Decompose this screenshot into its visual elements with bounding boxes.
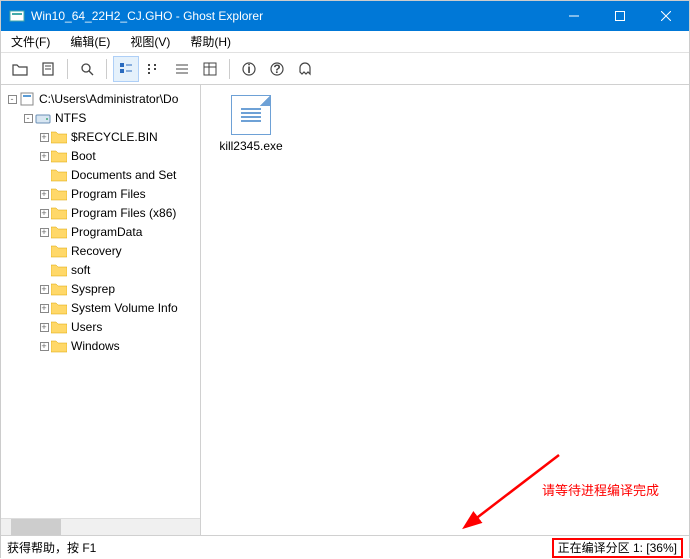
folder-icon: [51, 338, 67, 354]
title-bar: Win10_64_22H2_CJ.GHO - Ghost Explorer: [1, 1, 689, 31]
tree-item-label: soft: [69, 262, 92, 278]
menu-edit[interactable]: 编辑(E): [66, 31, 114, 52]
tree-folder-item[interactable]: +Boot: [1, 146, 200, 165]
toolbar-separator: [229, 59, 230, 79]
svg-text:?: ?: [273, 62, 280, 76]
open-button[interactable]: [7, 56, 33, 82]
tree-horizontal-scrollbar[interactable]: [1, 518, 200, 535]
view-large-icons-button[interactable]: [113, 56, 139, 82]
search-button[interactable]: [74, 56, 100, 82]
tree-folder-item[interactable]: Recovery: [1, 241, 200, 260]
tree-folder-item[interactable]: +Sysprep: [1, 279, 200, 298]
folder-icon: [51, 186, 67, 202]
svg-text:i: i: [247, 62, 250, 76]
tree-item-label: ProgramData: [69, 224, 144, 240]
folder-icon: [51, 300, 67, 316]
tree-folder-item[interactable]: +Windows: [1, 336, 200, 355]
tree-root[interactable]: -C:\Users\Administrator\Do: [1, 89, 200, 108]
drive-icon: [35, 110, 51, 126]
tree-item-label: C:\Users\Administrator\Do: [37, 91, 180, 107]
folder-icon: [51, 148, 67, 164]
toolbar-separator: [67, 59, 68, 79]
tree-drive[interactable]: -NTFS: [1, 108, 200, 127]
info-button[interactable]: i: [236, 56, 262, 82]
instruction-hint: 请等待进程编译完成: [542, 480, 659, 499]
view-list-button[interactable]: [169, 56, 195, 82]
folder-icon: [51, 129, 67, 145]
exe-file-icon: [231, 95, 271, 135]
tree-folder-item[interactable]: soft: [1, 260, 200, 279]
folder-icon: [51, 243, 67, 259]
tree-item-label: Recovery: [69, 243, 124, 259]
tree-item-label: Documents and Set: [69, 167, 178, 183]
view-details-button[interactable]: [197, 56, 223, 82]
folder-icon: [51, 224, 67, 240]
tree-folder-item[interactable]: +Program Files: [1, 184, 200, 203]
properties-button[interactable]: [35, 56, 61, 82]
tree-pane[interactable]: -C:\Users\Administrator\Do-NTFS+$RECYCLE…: [1, 85, 201, 535]
window-title: Win10_64_22H2_CJ.GHO - Ghost Explorer: [31, 9, 551, 23]
status-progress-text: 正在编译分区 1: [36%]: [552, 538, 683, 558]
app-icon: [9, 8, 25, 24]
menu-bar: 文件(F) 编辑(E) 视图(V) 帮助(H): [1, 31, 689, 53]
menu-help[interactable]: 帮助(H): [186, 31, 235, 52]
tree-item-label: Program Files (x86): [69, 205, 178, 221]
tree-item-label: Sysprep: [69, 281, 117, 297]
view-small-icons-button[interactable]: [141, 56, 167, 82]
ghost-button[interactable]: [292, 56, 318, 82]
close-button[interactable]: [643, 1, 689, 31]
help-button[interactable]: ?: [264, 56, 290, 82]
tree-folder-item[interactable]: +Program Files (x86): [1, 203, 200, 222]
tree-folder-item[interactable]: +Users: [1, 317, 200, 336]
tree-folder-item[interactable]: Documents and Set: [1, 165, 200, 184]
status-bar: 获得帮助，按 F1 正在编译分区 1: [36%]: [1, 535, 689, 559]
tree-item-label: Program Files: [69, 186, 148, 202]
maximize-button[interactable]: [597, 1, 643, 31]
status-help-text: 获得帮助，按 F1: [7, 539, 96, 556]
folder-icon: [51, 205, 67, 221]
tree-item-label: Windows: [69, 338, 122, 354]
tree-item-label: $RECYCLE.BIN: [69, 129, 160, 145]
file-list-pane[interactable]: kill2345.exe 请等待进程编译完成: [201, 85, 689, 535]
tree-item-label: NTFS: [53, 110, 88, 126]
tree-folder-item[interactable]: +ProgramData: [1, 222, 200, 241]
gho-file-icon: [19, 91, 35, 107]
tree-item-label: Boot: [69, 148, 98, 164]
folder-icon: [51, 167, 67, 183]
menu-view[interactable]: 视图(V): [126, 31, 174, 52]
tree-folder-item[interactable]: +System Volume Info: [1, 298, 200, 317]
file-item[interactable]: kill2345.exe: [211, 95, 291, 153]
folder-icon: [51, 281, 67, 297]
tree-item-label: System Volume Info: [69, 300, 180, 316]
tree-item-label: Users: [69, 319, 104, 335]
tree-folder-item[interactable]: +$RECYCLE.BIN: [1, 127, 200, 146]
menu-file[interactable]: 文件(F): [7, 31, 54, 52]
toolbar: i ?: [1, 53, 689, 85]
minimize-button[interactable]: [551, 1, 597, 31]
folder-icon: [51, 319, 67, 335]
toolbar-separator: [106, 59, 107, 79]
file-name: kill2345.exe: [211, 139, 291, 153]
folder-icon: [51, 262, 67, 278]
